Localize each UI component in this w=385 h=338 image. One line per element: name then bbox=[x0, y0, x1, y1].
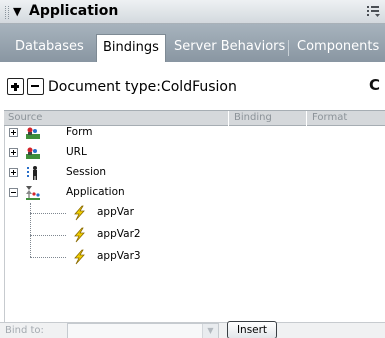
expand-icon[interactable] bbox=[9, 128, 18, 137]
insert-button[interactable]: Insert bbox=[227, 321, 277, 338]
tab-databases[interactable]: Databases bbox=[9, 34, 90, 62]
column-source[interactable]: Source bbox=[8, 112, 42, 123]
column-format[interactable]: Format bbox=[312, 112, 347, 123]
application-variables-icon bbox=[26, 186, 40, 200]
tree-node-label: appVar3 bbox=[97, 250, 141, 262]
collapse-icon[interactable] bbox=[9, 188, 18, 197]
tab-bindings[interactable]: Bindings bbox=[96, 34, 166, 62]
tree-node-label: Application bbox=[66, 186, 125, 198]
expand-icon[interactable] bbox=[9, 168, 18, 177]
bind-to-select[interactable]: ▼ bbox=[67, 323, 219, 338]
tree-node-appvar2[interactable]: appVar2 bbox=[5, 225, 385, 245]
plus-icon[interactable] bbox=[7, 78, 24, 95]
variable-bolt-icon bbox=[74, 227, 85, 243]
bind-to-label: Bind to: bbox=[5, 325, 44, 336]
bind-to-bar: Bind to: ▼ Insert bbox=[0, 321, 385, 338]
panel-title-bar[interactable]: ▼ Application bbox=[0, 0, 385, 24]
tab-separator bbox=[288, 40, 289, 56]
tree-node-application[interactable]: Application bbox=[5, 183, 385, 203]
tree-node-url[interactable]: URL bbox=[5, 143, 385, 163]
tree-node-label: Session bbox=[66, 166, 107, 178]
bindings-tree: Form URL Session Application appVar appV… bbox=[4, 126, 385, 322]
variable-bolt-icon bbox=[74, 249, 85, 265]
tree-node-label: Form bbox=[66, 126, 93, 138]
column-binding[interactable]: Binding bbox=[234, 112, 272, 123]
bindings-toolbar: Document type:ColdFusion C bbox=[0, 62, 385, 110]
tab-components[interactable]: Components bbox=[291, 34, 385, 62]
panel-title[interactable]: Application bbox=[29, 3, 118, 19]
expand-icon[interactable] bbox=[9, 148, 18, 157]
tree-node-appvar3[interactable]: appVar3 bbox=[5, 247, 385, 267]
document-type-label: Document type:ColdFusion bbox=[48, 79, 237, 95]
session-variables-icon bbox=[27, 166, 37, 180]
url-variables-icon bbox=[26, 147, 40, 159]
tree-node-label: appVar2 bbox=[97, 228, 141, 240]
tree-node-label: URL bbox=[66, 146, 87, 158]
tab-strip: Databases Bindings Server Behaviors Comp… bbox=[0, 24, 385, 62]
drag-grip-icon[interactable] bbox=[5, 6, 9, 19]
tree-node-session[interactable]: Session bbox=[5, 163, 385, 183]
refresh-icon[interactable]: C bbox=[369, 76, 380, 94]
tree-node-appvar[interactable]: appVar bbox=[5, 203, 385, 223]
application-panel: ▼ Application Databases Bindings Server … bbox=[0, 0, 385, 338]
triangle-down-icon[interactable]: ▼ bbox=[13, 5, 21, 18]
variable-bolt-icon bbox=[74, 205, 85, 221]
tree-node-label: appVar bbox=[97, 206, 134, 218]
chevron-down-icon[interactable]: ▼ bbox=[202, 324, 218, 338]
panel-options-icon[interactable] bbox=[367, 5, 381, 18]
tab-server-behaviors[interactable]: Server Behaviors bbox=[168, 34, 291, 62]
tree-node-form[interactable]: Form bbox=[5, 123, 385, 143]
minus-icon[interactable] bbox=[27, 78, 44, 95]
form-variables-icon bbox=[26, 127, 40, 139]
